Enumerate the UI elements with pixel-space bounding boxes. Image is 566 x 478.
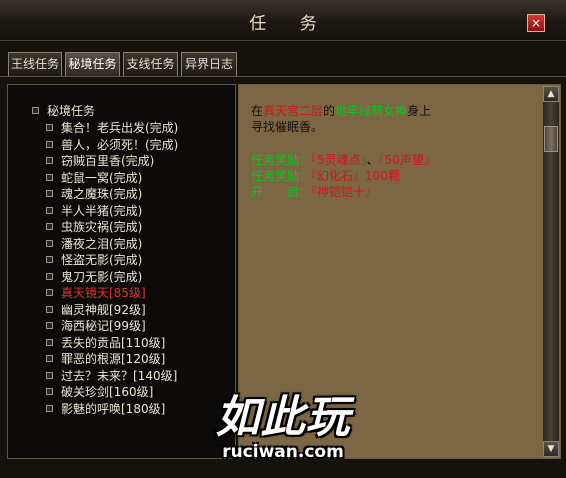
quest-bullet-icon bbox=[46, 140, 53, 148]
desc-npc[interactable]: 地牢绿萌女神 bbox=[335, 104, 407, 118]
reward-stones: 『幻化石』100颗 bbox=[311, 169, 400, 183]
reward-row-2: 任务奖励：『幻化石』100颗 bbox=[251, 168, 436, 184]
quest-bullet-icon bbox=[46, 322, 53, 329]
reward-label: 任务奖励： bbox=[251, 169, 312, 183]
desc-prefix: 在 bbox=[251, 104, 264, 118]
reward-row-1: 任务奖励：『5灵魂点』、『50声望』 bbox=[251, 152, 436, 168]
quest-bullet-icon bbox=[46, 404, 53, 412]
quest-item-label: 潘夜之泪(完成) bbox=[61, 236, 143, 251]
quest-item[interactable]: 蛇鼠一窝(完成) bbox=[46, 170, 178, 187]
tab-otherworld-log[interactable]: 异界日志 bbox=[181, 52, 237, 76]
quest-item[interactable]: 海西秘记[99级] bbox=[46, 318, 178, 335]
tab-divider bbox=[0, 76, 566, 77]
watermark-url: ruciwan.com bbox=[222, 442, 344, 462]
quest-item[interactable]: 魂之魔珠(完成) bbox=[46, 186, 178, 203]
quest-bullet-icon bbox=[46, 305, 53, 313]
quest-bullet-icon bbox=[46, 173, 53, 181]
tree-node-icon bbox=[32, 107, 39, 114]
quest-bullet-icon bbox=[46, 256, 53, 263]
quest-rewards: 任务奖励：『5灵魂点』、『50声望』 任务奖励：『幻化石』100颗 开 启：『神… bbox=[251, 152, 436, 200]
quest-bullet-icon bbox=[46, 124, 53, 131]
scroll-down-button[interactable]: ▼ bbox=[543, 441, 559, 457]
quest-item[interactable]: 罪恶的根源[120级] bbox=[46, 351, 178, 368]
tab-main-quest[interactable]: 王线任务 bbox=[8, 52, 62, 76]
close-button[interactable]: × bbox=[527, 14, 545, 32]
tree-root-label: 秘境任务 bbox=[47, 104, 96, 118]
tab-secret-realm-quest[interactable]: 秘境任务 bbox=[65, 52, 120, 76]
quest-item[interactable]: 窃贼百里香(完成) bbox=[46, 153, 178, 170]
quest-item[interactable]: 破关珍剑[160级] bbox=[46, 384, 178, 401]
quest-bullet-icon bbox=[46, 355, 53, 362]
quest-item[interactable]: 怪盗无影(完成) bbox=[46, 252, 178, 269]
quest-item[interactable]: 兽人，必须死！(完成) bbox=[46, 137, 178, 154]
unlock-row: 开 启：『神铠铠十』 bbox=[251, 184, 436, 200]
description-line-2: 寻找催眠香。 bbox=[251, 120, 324, 134]
quest-item-label: 怪盗无影(完成) bbox=[61, 253, 143, 267]
scroll-up-button[interactable]: ▲ bbox=[543, 86, 559, 102]
quest-item-label: 过去？未来？[140级] bbox=[61, 368, 178, 383]
quest-item-label: 鬼刀无影(完成) bbox=[61, 269, 143, 284]
desc-place[interactable]: 真天宫二层 bbox=[263, 104, 323, 118]
quest-item[interactable]: 幽灵神舰[92级] bbox=[46, 302, 178, 319]
quest-item-label: 幽灵神舰[92级] bbox=[61, 302, 146, 317]
watermark-main: 如此玩 bbox=[215, 392, 351, 443]
quest-item-label: 影魅的呼唤[180级] bbox=[61, 401, 166, 416]
quest-bullet-icon bbox=[46, 388, 53, 395]
quest-description: 在真天宫二层的地牢绿萌女神身上 寻找催眠香。 bbox=[251, 103, 431, 135]
scroll-thumb[interactable] bbox=[544, 126, 558, 152]
quest-item-label: 魂之魔珠(完成) bbox=[61, 187, 143, 201]
desc-mid: 的 bbox=[323, 104, 336, 118]
quest-bullet-icon bbox=[46, 157, 53, 164]
quest-tree: 集合！老兵出发(完成) 兽人，必须死！(完成) 窃贼百里香(完成) 蛇鼠一窝(完成) 魂… bbox=[46, 120, 178, 417]
quest-item[interactable]: 影魅的呼唤[180级] bbox=[46, 401, 178, 418]
quest-bullet-icon bbox=[46, 239, 53, 247]
reward-separator: 、 bbox=[366, 153, 379, 167]
watermark-logo: 如此玩 ruciwan.com bbox=[188, 392, 378, 472]
quest-item[interactable]: 虫族灾祸(完成) bbox=[46, 219, 178, 236]
description-line-1: 在真天宫二层的地牢绿萌女神身上 bbox=[251, 103, 431, 119]
quest-bullet-icon bbox=[46, 190, 53, 197]
unlock-label: 开 启： bbox=[251, 185, 312, 199]
unlock-value: 『神铠铠十』 bbox=[311, 185, 378, 199]
quest-item-label: 丢失的贡品[110级] bbox=[61, 335, 166, 350]
quest-bullet-icon bbox=[46, 272, 53, 280]
quest-item-label: 罪恶的根源[120级] bbox=[61, 352, 166, 366]
quest-item-label: 破关珍剑[160级] bbox=[61, 385, 154, 399]
title-bar[interactable]: 任 务 × bbox=[0, 0, 566, 41]
quest-item-label: 海西秘记[99级] bbox=[61, 319, 146, 333]
quest-bullet-icon bbox=[46, 223, 53, 230]
quest-item[interactable]: 半人半猪(完成) bbox=[46, 203, 178, 220]
quest-item[interactable]: 真天镜天[85级] bbox=[46, 285, 178, 302]
quest-item[interactable]: 集合！老兵出发(完成) bbox=[46, 120, 178, 137]
window-title: 任 务 bbox=[249, 14, 331, 34]
quest-window: 任 务 × 王线任务 秘境任务 支线任务 异界日志 秘境任务 集合！老兵出发(完… bbox=[0, 0, 566, 478]
quest-item[interactable]: 丢失的贡品[110级] bbox=[46, 335, 178, 352]
reward-label: 任务奖励： bbox=[251, 153, 312, 167]
quest-item[interactable]: 潘夜之泪(完成) bbox=[46, 236, 178, 253]
tree-root[interactable]: 秘境任务 bbox=[32, 103, 95, 119]
quest-bullet-icon bbox=[46, 371, 53, 379]
detail-scrollbar[interactable]: ▲ ▼ bbox=[543, 86, 559, 457]
quest-item[interactable]: 过去？未来？[140级] bbox=[46, 368, 178, 385]
quest-bullet-icon bbox=[46, 338, 53, 346]
quest-item-label: 集合！老兵出发(完成) bbox=[61, 121, 179, 135]
quest-item-label: 蛇鼠一窝(完成) bbox=[61, 170, 143, 185]
quest-item-label: 半人半猪(完成) bbox=[61, 203, 143, 218]
quest-item-label: 虫族灾祸(完成) bbox=[61, 220, 143, 234]
reward-soul-points: 『5灵魂点』 bbox=[311, 153, 367, 167]
desc-suffix: 身上 bbox=[407, 104, 432, 118]
quest-item-label: 窃贼百里香(完成) bbox=[61, 154, 155, 168]
quest-bullet-icon bbox=[46, 289, 53, 296]
tab-side-quest[interactable]: 支线任务 bbox=[123, 52, 178, 76]
reward-reputation: 『50声望』 bbox=[378, 153, 436, 167]
quest-bullet-icon bbox=[46, 206, 53, 214]
quest-item[interactable]: 鬼刀无影(完成) bbox=[46, 269, 178, 286]
quest-item-label: 兽人，必须死！(完成) bbox=[61, 137, 179, 152]
quest-item-label: 真天镜天[85级] bbox=[61, 286, 146, 300]
